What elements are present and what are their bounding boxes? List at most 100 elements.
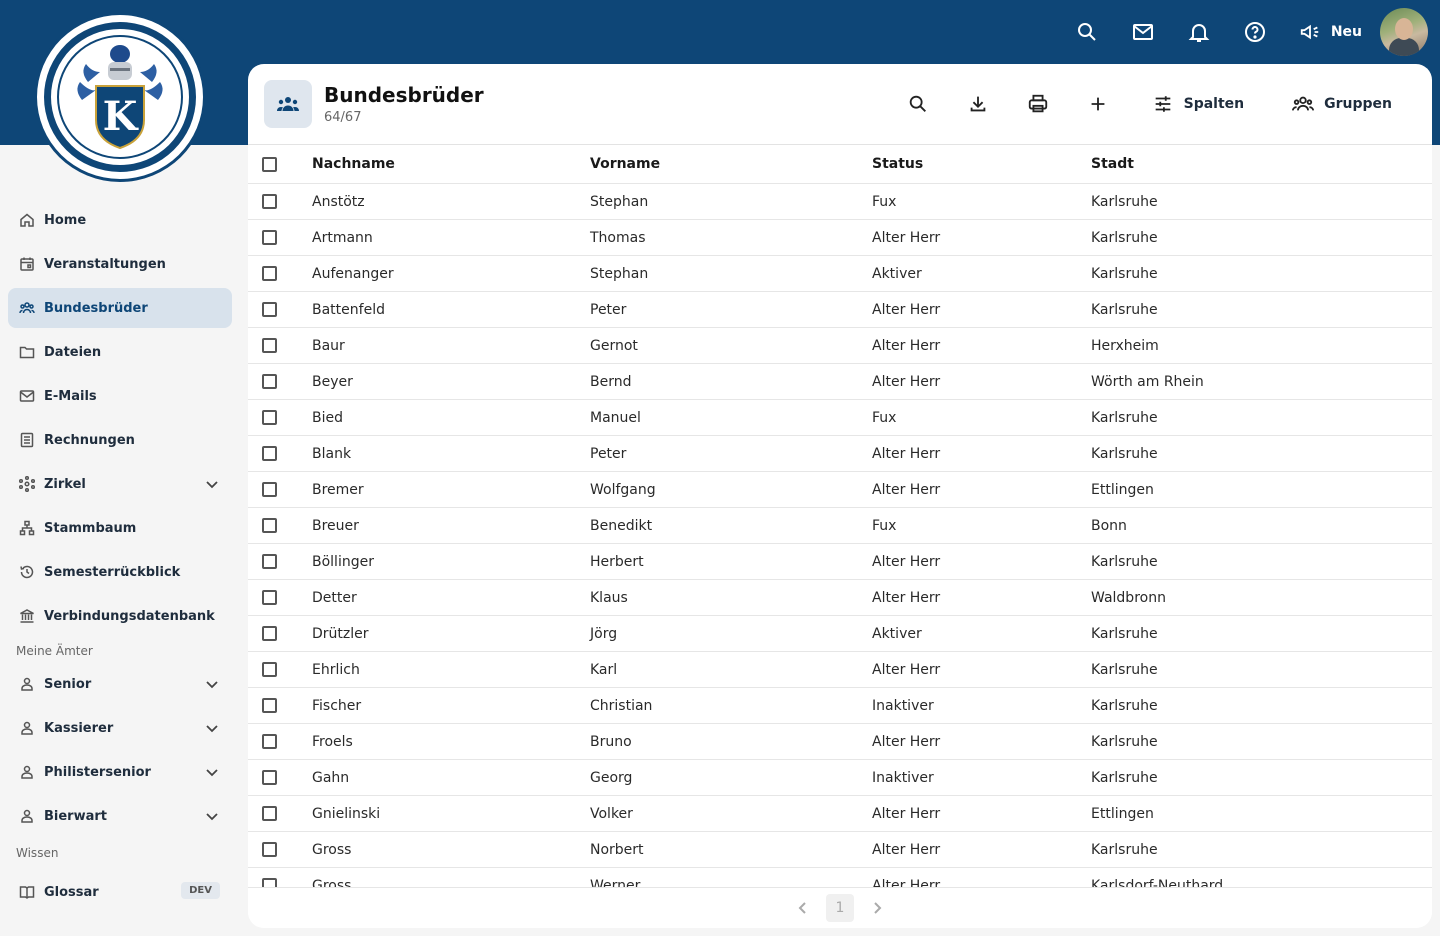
table-row[interactable]: Detter Klaus Alter Herr Waldbronn xyxy=(248,580,1432,616)
row-checkbox[interactable] xyxy=(248,410,312,425)
megaphone-icon xyxy=(1300,24,1319,40)
chevron-down-icon[interactable] xyxy=(204,720,220,736)
table-row[interactable]: Aufenanger Stephan Aktiver Karlsruhe xyxy=(248,256,1432,292)
row-checkbox[interactable] xyxy=(248,482,312,497)
cell-vorname: Volker xyxy=(590,805,633,822)
sidebar-item-label: Bundesbrüder xyxy=(44,300,148,316)
current-page[interactable]: 1 xyxy=(826,894,854,922)
previous-page-button[interactable] xyxy=(790,895,816,921)
sidebar-item-semesterrueckblick[interactable]: Semesterrückblick xyxy=(8,552,232,592)
cell-status: Fux xyxy=(872,517,897,534)
row-checkbox[interactable] xyxy=(248,734,312,749)
row-checkbox[interactable] xyxy=(248,698,312,713)
download-button[interactable] xyxy=(948,80,1008,128)
table-row[interactable]: Böllinger Herbert Alter Herr Karlsruhe xyxy=(248,544,1432,580)
cell-nachname: Bied xyxy=(312,409,343,426)
table-row[interactable]: Gross Norbert Alter Herr Karlsruhe xyxy=(248,832,1432,868)
bell-icon[interactable] xyxy=(1171,8,1227,56)
row-checkbox[interactable] xyxy=(248,842,312,857)
table-row[interactable]: Anstötz Stephan Fux Karlsruhe xyxy=(248,184,1432,220)
row-checkbox[interactable] xyxy=(248,302,312,317)
sidebar-item-dateien[interactable]: Dateien xyxy=(8,332,232,372)
user-avatar[interactable] xyxy=(1380,8,1428,56)
sidebar-item-veranstaltungen[interactable]: Veranstaltungen xyxy=(8,244,232,284)
row-checkbox[interactable] xyxy=(248,194,312,209)
chevron-down-icon[interactable] xyxy=(204,764,220,780)
cell-status: Alter Herr xyxy=(872,445,941,462)
table-row[interactable]: Bremer Wolfgang Alter Herr Ettlingen xyxy=(248,472,1432,508)
search-button[interactable] xyxy=(888,80,948,128)
table-row[interactable]: Ehrlich Karl Alter Herr Karlsruhe xyxy=(248,652,1432,688)
table-row[interactable]: Drützler Jörg Aktiver Karlsruhe xyxy=(248,616,1432,652)
sidebar-item-verbindungsdatenbank[interactable]: Verbindungsdatenbank xyxy=(8,596,232,636)
sidebar-item-label: Kassierer xyxy=(44,720,114,736)
sidebar-item-rechnungen[interactable]: Rechnungen xyxy=(8,420,232,460)
table-row[interactable]: Froels Bruno Alter Herr Karlsruhe xyxy=(248,724,1432,760)
cell-status: Alter Herr xyxy=(872,733,941,750)
row-checkbox[interactable] xyxy=(248,770,312,785)
sidebar-item-home[interactable]: Home xyxy=(8,200,232,240)
search-icon[interactable] xyxy=(1059,8,1115,56)
table-row[interactable]: Breuer Benedikt Fux Bonn xyxy=(248,508,1432,544)
column-header-nachname[interactable]: Nachname xyxy=(312,156,590,172)
sidebar-item-philistersenior[interactable]: Philistersenior xyxy=(8,752,232,792)
columns-label: Spalten xyxy=(1183,96,1245,112)
table-row[interactable]: Bied Manuel Fux Karlsruhe xyxy=(248,400,1432,436)
sidebar-item-emails[interactable]: E-Mails xyxy=(8,376,232,416)
cell-stadt: Karlsruhe xyxy=(1091,229,1158,246)
column-header-status[interactable]: Status xyxy=(872,156,1091,172)
sidebar-item-bierwart[interactable]: Bierwart xyxy=(8,796,232,836)
table-row[interactable]: Baur Gernot Alter Herr Herxheim xyxy=(248,328,1432,364)
table-row[interactable]: Artmann Thomas Alter Herr Karlsruhe xyxy=(248,220,1432,256)
cell-vorname: Norbert xyxy=(590,841,644,858)
chevron-down-icon[interactable] xyxy=(204,808,220,824)
table-row[interactable]: Battenfeld Peter Alter Herr Karlsruhe xyxy=(248,292,1432,328)
cell-vorname: Peter xyxy=(590,301,627,318)
sidebar-item-kassierer[interactable]: Kassierer xyxy=(8,708,232,748)
table-row[interactable]: Fischer Christian Inaktiver Karlsruhe xyxy=(248,688,1432,724)
row-checkbox[interactable] xyxy=(248,878,312,887)
row-checkbox[interactable] xyxy=(248,230,312,245)
column-header-stadt[interactable]: Stadt xyxy=(1091,156,1391,172)
chevron-down-icon[interactable] xyxy=(204,676,220,692)
table-row[interactable]: Gross Werner Alter Herr Karlsdorf-Neuthard xyxy=(248,868,1432,887)
sidebar-item-zirkel[interactable]: Zirkel xyxy=(8,464,232,504)
print-button[interactable] xyxy=(1008,80,1068,128)
add-button[interactable] xyxy=(1068,80,1128,128)
table-row[interactable]: Blank Peter Alter Herr Karlsruhe xyxy=(248,436,1432,472)
row-checkbox[interactable] xyxy=(248,266,312,281)
organization-logo[interactable]: K xyxy=(34,12,206,182)
sidebar-item-glossar[interactable]: Glossar DEV xyxy=(8,872,232,912)
row-checkbox[interactable] xyxy=(248,626,312,641)
table-row[interactable]: Beyer Bernd Alter Herr Wörth am Rhein xyxy=(248,364,1432,400)
row-checkbox[interactable] xyxy=(248,446,312,461)
sidebar-item-stammbaum[interactable]: Stammbaum xyxy=(8,508,232,548)
column-header-vorname[interactable]: Vorname xyxy=(590,156,872,172)
cell-status: Fux xyxy=(872,193,897,210)
next-page-button[interactable] xyxy=(864,895,890,921)
cell-vorname: Manuel xyxy=(590,409,641,426)
select-all-checkbox[interactable] xyxy=(248,156,312,172)
chevron-down-icon[interactable] xyxy=(204,476,220,492)
person-icon xyxy=(18,763,36,781)
row-checkbox[interactable] xyxy=(248,806,312,821)
sidebar-item-bundesbrueder[interactable]: Bundesbrüder xyxy=(8,288,232,328)
groups-button[interactable]: Gruppen xyxy=(1268,80,1416,128)
mail-icon[interactable] xyxy=(1115,8,1171,56)
row-checkbox[interactable] xyxy=(248,518,312,533)
news-button[interactable]: Neu xyxy=(1283,8,1380,56)
columns-button[interactable]: Spalten xyxy=(1128,80,1269,128)
sidebar-item-label: Zirkel xyxy=(44,476,86,492)
table-row[interactable]: Gnielinski Volker Alter Herr Ettlingen xyxy=(248,796,1432,832)
row-checkbox[interactable] xyxy=(248,338,312,353)
sidebar-item-senior[interactable]: Senior xyxy=(8,664,232,704)
panel-header: Bundesbrüder 64/67 Spalten Gruppen xyxy=(248,64,1432,145)
row-checkbox[interactable] xyxy=(248,662,312,677)
cell-stadt: Waldbronn xyxy=(1091,589,1166,606)
cell-stadt: Herxheim xyxy=(1091,337,1159,354)
row-checkbox[interactable] xyxy=(248,554,312,569)
table-row[interactable]: Gahn Georg Inaktiver Karlsruhe xyxy=(248,760,1432,796)
row-checkbox[interactable] xyxy=(248,590,312,605)
row-checkbox[interactable] xyxy=(248,374,312,389)
help-icon[interactable] xyxy=(1227,8,1283,56)
